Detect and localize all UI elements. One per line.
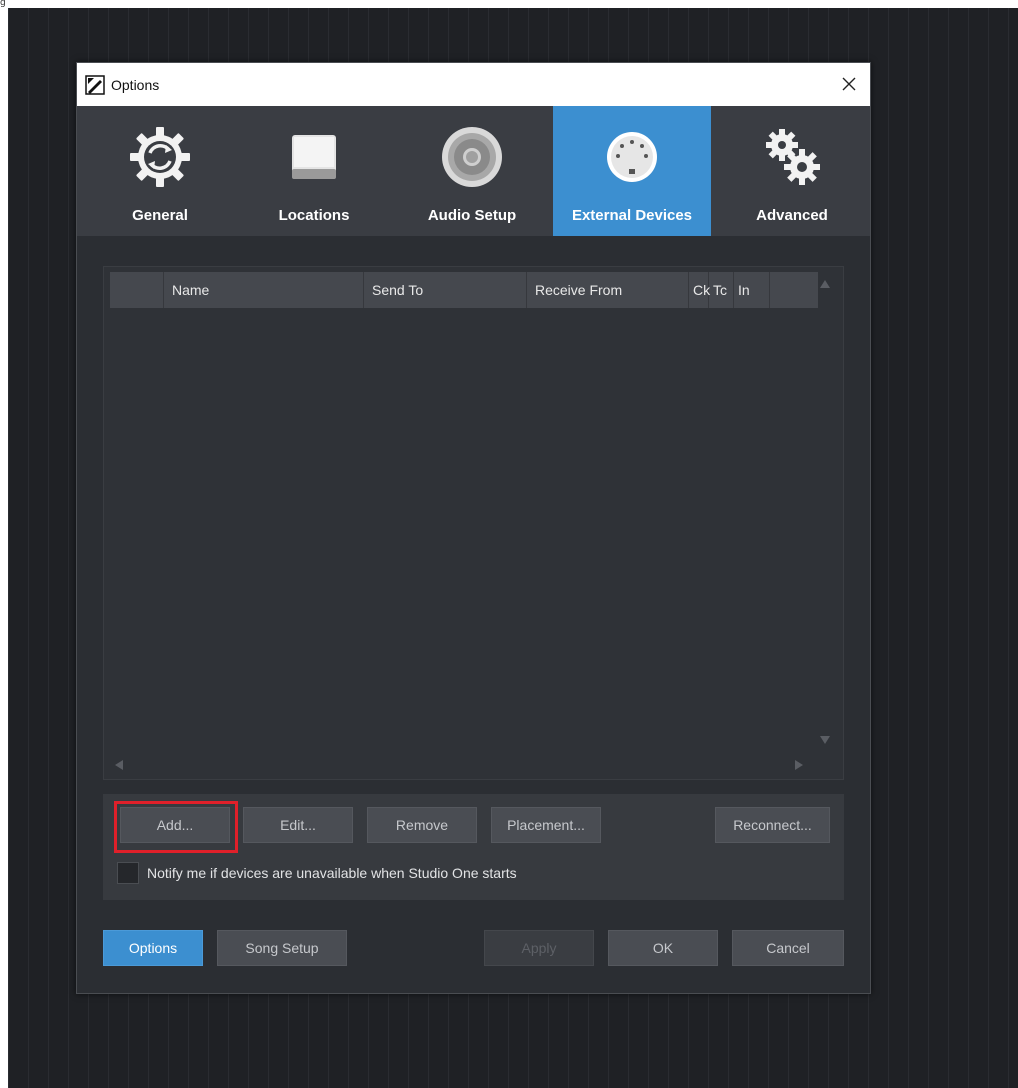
- reconnect-button[interactable]: Reconnect...: [715, 807, 830, 843]
- close-icon: [842, 77, 856, 91]
- column-header-in[interactable]: In: [734, 272, 770, 308]
- notify-checkbox[interactable]: [117, 862, 139, 884]
- scroll-left-arrow[interactable]: [114, 760, 124, 770]
- tab-audio-setup[interactable]: Audio Setup: [393, 106, 551, 236]
- column-header-blank[interactable]: [110, 272, 164, 308]
- tab-advanced-label: Advanced: [756, 207, 828, 224]
- device-table-body[interactable]: [110, 308, 818, 758]
- tab-audio-setup-label: Audio Setup: [427, 207, 517, 224]
- drive-icon: [292, 135, 336, 179]
- device-actions-panel: Add... Edit... Remove Placement... Recon…: [103, 794, 844, 900]
- midi-connector-icon: [607, 132, 657, 182]
- tab-advanced[interactable]: Advanced: [713, 106, 871, 236]
- external-devices-page: Name Send To Receive From Ck Tc In Add..…: [77, 236, 870, 993]
- triangle-left-icon: [115, 760, 123, 770]
- dialog-title: Options: [111, 76, 160, 93]
- tab-general[interactable]: General: [81, 106, 239, 236]
- tab-locations-label: Locations: [278, 207, 350, 224]
- device-table-header: Name Send To Receive From Ck Tc In: [110, 272, 818, 308]
- column-header-send-to[interactable]: Send To: [364, 272, 527, 308]
- edit-button[interactable]: Edit...: [243, 807, 353, 843]
- scroll-up-arrow[interactable]: [820, 279, 830, 289]
- partial-text-fragment: g: [0, 0, 6, 8]
- cancel-button[interactable]: Cancel: [732, 930, 844, 966]
- column-header-name[interactable]: Name: [164, 272, 364, 308]
- ok-button[interactable]: OK: [608, 930, 718, 966]
- options-tab-bar: General Locations Audio Setup External D…: [77, 106, 870, 236]
- remove-button[interactable]: Remove: [367, 807, 477, 843]
- close-button[interactable]: [834, 69, 864, 99]
- triangle-down-icon: [820, 736, 830, 744]
- title-bar: Options: [77, 63, 870, 106]
- speaker-icon: [442, 127, 502, 187]
- apply-button[interactable]: Apply: [484, 930, 594, 966]
- tab-external-devices-label: External Devices: [571, 207, 693, 224]
- gear-refresh-icon: [130, 127, 190, 187]
- column-header-ck[interactable]: Ck: [689, 272, 710, 308]
- device-list-panel: Name Send To Receive From Ck Tc In: [103, 266, 844, 780]
- tab-general-label: General: [132, 207, 188, 224]
- tab-locations[interactable]: Locations: [235, 106, 393, 236]
- column-header-tc[interactable]: Tc: [709, 272, 734, 308]
- column-header-receive-from[interactable]: Receive From: [527, 272, 689, 308]
- song-setup-button[interactable]: Song Setup: [217, 930, 347, 966]
- options-app-icon: [85, 74, 105, 95]
- notify-label: Notify me if devices are unavailable whe…: [147, 865, 517, 881]
- triangle-up-icon: [820, 280, 830, 288]
- notify-row: Notify me if devices are unavailable whe…: [117, 859, 517, 887]
- options-dialog: Options General Locations Audio Setup Ex…: [76, 62, 871, 994]
- triangle-right-icon: [795, 760, 803, 770]
- options-footer-button[interactable]: Options: [103, 930, 203, 966]
- scroll-down-arrow[interactable]: [820, 735, 830, 745]
- gears-icon: [766, 129, 820, 185]
- scroll-right-arrow[interactable]: [794, 760, 804, 770]
- placement-button[interactable]: Placement...: [491, 807, 601, 843]
- tab-external-devices[interactable]: External Devices: [553, 106, 711, 236]
- add-button[interactable]: Add...: [120, 807, 230, 843]
